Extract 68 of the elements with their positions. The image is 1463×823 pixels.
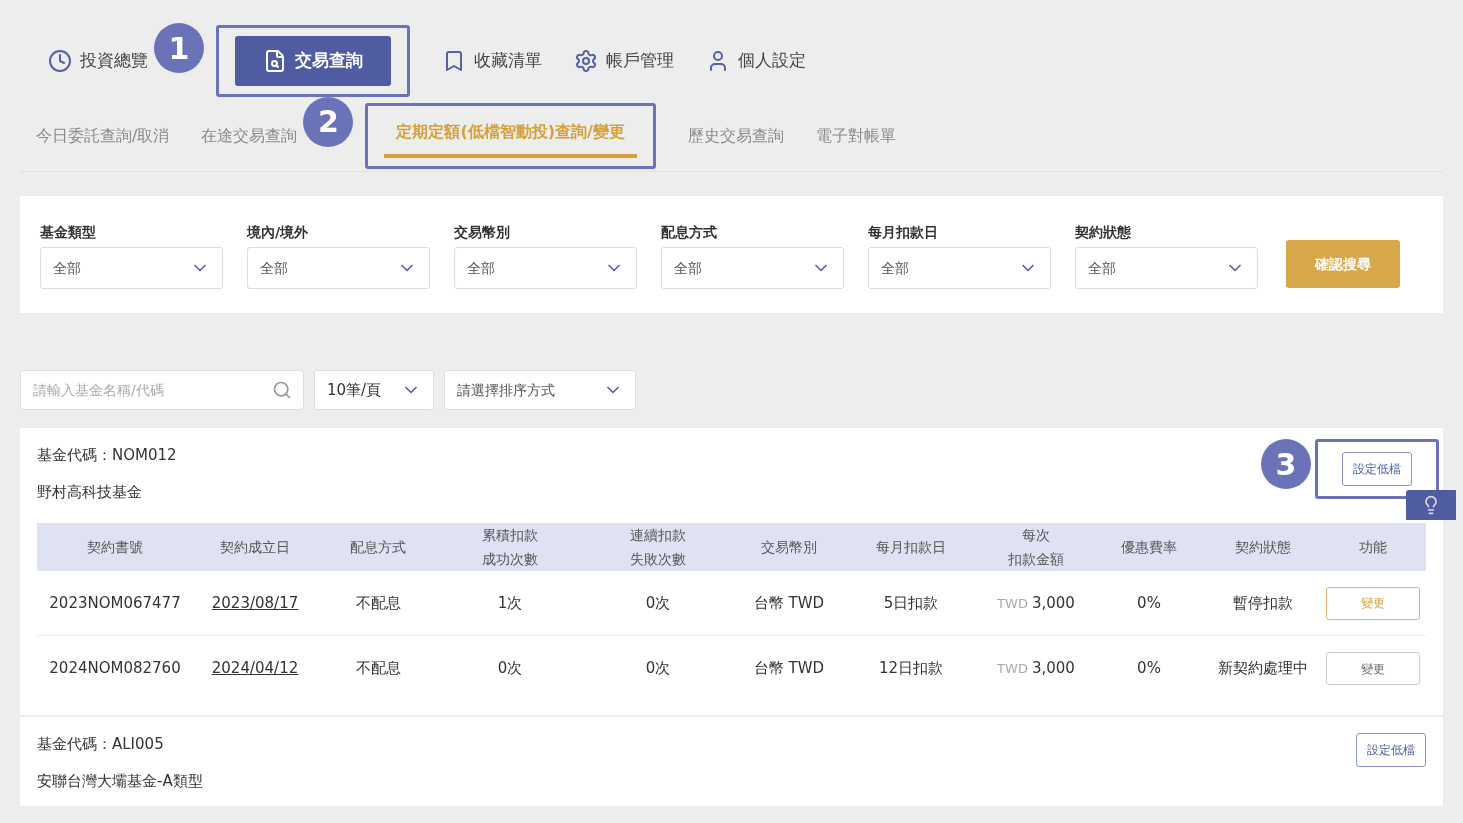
column-header: 契約書號 <box>86 538 144 557</box>
clock-icon <box>48 49 72 73</box>
column-header: 交易幣別 <box>760 538 818 557</box>
date-link[interactable]: 2023/08/17 <box>211 593 299 612</box>
filter-dropdown[interactable]: 全部 <box>40 247 223 289</box>
table-cell: 3,000 <box>1031 593 1075 612</box>
column-header: 契約成立日 <box>219 538 291 557</box>
table-cell-text: 0次 <box>644 658 672 680</box>
column-header: 每月扣款日 <box>875 538 947 557</box>
column-header: 功能 <box>1358 538 1388 557</box>
filter-dropdown[interactable]: 全部 <box>661 247 844 289</box>
change-button[interactable]: 變更 <box>1326 652 1420 685</box>
step-number-badge: 3 <box>1261 439 1311 489</box>
table-cell-text: 暫停扣款 <box>1232 592 1294 614</box>
table-cell-text: 新契約處理中 <box>1217 658 1309 680</box>
table-cell-text: 0次 <box>496 658 524 680</box>
column-header: 累積扣款 成功次數 <box>481 526 539 569</box>
table-cell-text: 台幣 TWD <box>752 592 826 614</box>
sort-dropdown[interactable]: 請選擇排序方式 <box>444 370 636 410</box>
currency-unit: TWD <box>997 595 1028 611</box>
filter-label: 配息方式 <box>661 223 718 242</box>
table-cell-text: 不配息 <box>354 592 402 614</box>
filter-label: 境內/境外 <box>247 223 310 242</box>
column-header: 每次 扣款金額 <box>1007 526 1065 569</box>
settings-icon <box>574 49 598 73</box>
table-cell-text: 台幣 TWD <box>752 658 826 680</box>
filter-label: 每月扣款日 <box>868 223 939 242</box>
date-link[interactable]: 2024/04/12 <box>211 659 299 678</box>
step-number-badge: 2 <box>303 96 354 147</box>
fund-code: 基金代碼：NOM012 <box>37 445 177 466</box>
search-icon <box>272 380 292 400</box>
fund-name: 安聯台灣大壩基金-A類型 <box>37 770 203 792</box>
column-header: 契約狀態 <box>1234 538 1292 557</box>
help-widget[interactable] <box>1406 490 1456 520</box>
filter-dropdown[interactable]: 全部 <box>247 247 430 289</box>
table-cell-text: 2024NOM082760 <box>48 658 182 680</box>
table-cell-text: 5日扣款 <box>882 592 940 614</box>
table-cell: 3,000 <box>1031 659 1075 678</box>
column-header: 配息方式 <box>349 538 407 557</box>
nav-tab[interactable]: 交易查詢 <box>235 36 391 86</box>
nav-tab[interactable]: 個人設定 <box>706 36 806 86</box>
filter-dropdown[interactable]: 全部 <box>454 247 637 289</box>
nav-tab[interactable]: 收藏清單 <box>442 36 542 86</box>
filter-label: 交易幣別 <box>454 223 511 242</box>
nav-tab[interactable]: 投資總覽 <box>48 36 148 86</box>
table-cell-text: 0% <box>1136 592 1162 614</box>
column-header: 連續扣款 失敗次數 <box>629 526 687 569</box>
step-number-badge: 1 <box>154 23 204 73</box>
fund-name: 野村高科技基金 <box>37 481 143 503</box>
table-cell-text: 不配息 <box>354 658 402 680</box>
nav-tab[interactable]: 帳戶管理 <box>574 36 674 86</box>
column-header: 優惠費率 <box>1120 538 1178 557</box>
set-low-button[interactable]: 設定低檔 <box>1342 452 1412 486</box>
table-cell-text: 2023NOM067477 <box>48 592 182 614</box>
filter-label: 基金類型 <box>40 223 97 242</box>
table-cell-text: 12日扣款 <box>877 658 945 680</box>
filter-label: 契約狀態 <box>1075 223 1132 242</box>
table-cell-text: 1次 <box>496 592 524 614</box>
fund-search-field[interactable]: 請輸入基金名稱/代碼 <box>20 370 304 410</box>
filter-dropdown[interactable]: 全部 <box>1075 247 1258 289</box>
document-search-icon <box>263 49 287 73</box>
page-size-dropdown[interactable]: 10筆/頁 <box>314 370 434 410</box>
set-low-button[interactable]: 設定低檔 <box>1356 733 1426 767</box>
table-cell-text: 0次 <box>644 592 672 614</box>
filter-dropdown[interactable]: 全部 <box>868 247 1051 289</box>
currency-unit: TWD <box>997 661 1028 677</box>
table-cell-text: 0% <box>1136 658 1162 680</box>
fund-code: 基金代碼：ALI005 <box>37 734 165 755</box>
